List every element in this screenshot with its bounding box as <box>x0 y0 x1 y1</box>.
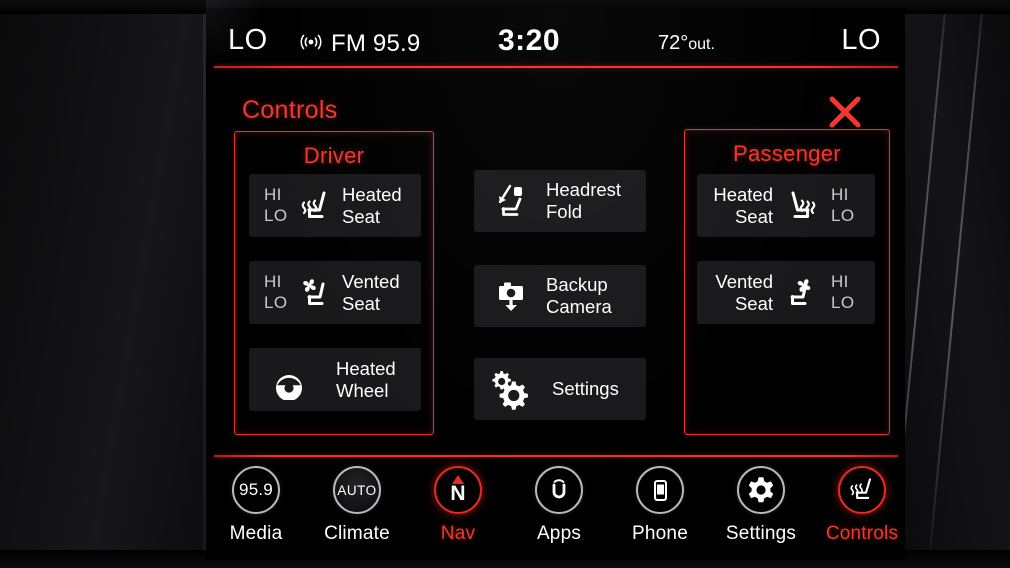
vented-seat-icon <box>781 276 819 310</box>
level-hi[interactable]: HI <box>831 185 854 206</box>
radio-status[interactable]: FM 95.9 <box>300 30 420 58</box>
passenger-vented-seat-button[interactable]: Vented Seat HI LO <box>697 261 875 324</box>
label-line-2: Seat <box>342 205 381 227</box>
status-bar-divider <box>214 66 898 68</box>
passenger-vented-seat-label: Vented Seat <box>707 271 773 315</box>
label-line-1: Backup <box>546 274 608 296</box>
bottom-navigation-bar: 95.9 Media AUTO Climate N Nav Apps Phone… <box>206 466 905 554</box>
label-line-2: Seat <box>342 292 381 314</box>
dashboard-bezel-right <box>905 0 1010 568</box>
nav-label-controls: Controls <box>825 523 899 544</box>
radio-wave-icon <box>300 32 322 57</box>
media-frequency-badge: 95.9 <box>239 480 273 499</box>
label-line-2: Seat <box>734 292 773 314</box>
settings-label: Settings <box>552 378 619 400</box>
label-line-1: Vented <box>715 270 773 292</box>
backup-camera-button[interactable]: Backup Camera <box>474 265 646 327</box>
driver-heated-seat-button[interactable]: HI LO Heated Seat <box>249 174 421 237</box>
label-line-1: Heated <box>342 183 402 205</box>
passenger-panel-title: Passenger <box>733 141 841 166</box>
driver-panel-title: Driver <box>303 143 365 168</box>
level-lo[interactable]: LO <box>264 206 287 227</box>
nav-label-nav: Nav <box>440 523 476 544</box>
label-line-2: Wheel <box>336 379 389 401</box>
label-line-1: Settings <box>552 378 619 400</box>
vented-seat-icon <box>298 276 334 310</box>
uconnect-icon <box>535 466 583 514</box>
nav-item-climate[interactable]: AUTO Climate <box>307 466 407 545</box>
nav-label-settings: Settings <box>725 523 797 544</box>
nav-item-apps[interactable]: Apps <box>509 466 609 545</box>
nav-item-settings[interactable]: Settings <box>711 466 811 545</box>
infotainment-screenshot: LO FM 95.9 3:20 72°out. LO Controls Driv… <box>0 0 1010 568</box>
driver-temp-status[interactable]: LO <box>228 24 268 57</box>
driver-vented-seat-levels[interactable]: HI LO <box>264 272 287 313</box>
driver-panel: Driver HI LO Heated Seat HI LO Vented Se… <box>234 131 434 435</box>
driver-heated-seat-levels[interactable]: HI LO <box>264 185 287 226</box>
level-lo[interactable]: LO <box>264 293 287 314</box>
outside-temp-suffix: out. <box>688 36 715 53</box>
radio-band-label: FM 95.9 <box>331 30 421 57</box>
nav-label-phone: Phone <box>632 523 688 544</box>
headrest-fold-button[interactable]: Headrest Fold <box>474 170 646 232</box>
level-hi[interactable]: HI <box>264 272 287 293</box>
passenger-temp-status[interactable]: LO <box>841 24 881 57</box>
level-hi[interactable]: HI <box>264 185 287 206</box>
passenger-panel: Passenger Heated Seat HI LO Vented Seat … <box>684 129 890 435</box>
level-lo[interactable]: LO <box>831 206 854 227</box>
passenger-heated-seat-button[interactable]: Heated Seat HI LO <box>697 174 875 237</box>
page-title: Controls <box>242 96 338 124</box>
climate-knob-icon: AUTO <box>333 466 381 514</box>
driver-heated-wheel-button[interactable]: Heated Wheel <box>249 348 421 411</box>
clock-display: 3:20 <box>498 24 561 57</box>
driver-heated-wheel-label: Heated Wheel <box>336 358 396 402</box>
heated-seat-icon <box>838 466 886 514</box>
nav-item-nav[interactable]: N Nav <box>408 466 508 545</box>
dashboard-bezel-left <box>0 0 206 568</box>
level-hi[interactable]: HI <box>831 272 854 293</box>
compass-north-icon: N <box>434 466 482 514</box>
headrest-fold-icon <box>492 182 532 220</box>
nav-divider <box>214 455 898 457</box>
radio-frequency-icon: 95.9 <box>232 466 280 514</box>
headrest-fold-label: Headrest Fold <box>546 179 621 223</box>
nav-item-controls[interactable]: Controls <box>812 466 905 545</box>
level-lo[interactable]: LO <box>831 293 854 314</box>
climate-auto-badge: AUTO <box>337 482 377 498</box>
driver-heated-seat-label: Heated Seat <box>342 184 402 228</box>
label-line-2: Seat <box>734 205 773 227</box>
gear-icon <box>737 466 785 514</box>
driver-vented-seat-label: Vented Seat <box>342 271 400 315</box>
heated-seat-icon <box>781 189 819 223</box>
label-line-2: Fold <box>546 201 582 222</box>
passenger-vented-seat-levels[interactable]: HI LO <box>831 272 854 313</box>
outside-temp-display: 72°out. <box>658 32 715 55</box>
compass-north-badge: N <box>450 482 466 505</box>
nav-label-apps: Apps <box>536 523 582 544</box>
nav-label-media: Media <box>229 523 283 544</box>
heated-seat-icon <box>298 189 334 223</box>
label-line-1: Heated <box>713 183 773 205</box>
nav-item-phone[interactable]: Phone <box>610 466 710 545</box>
backup-camera-icon <box>492 277 532 315</box>
phone-icon <box>636 466 684 514</box>
backup-camera-label: Backup Camera <box>546 274 612 318</box>
touchscreen-display: LO FM 95.9 3:20 72°out. LO Controls Driv… <box>206 8 905 560</box>
nav-label-climate: Climate <box>324 523 390 544</box>
outside-temp-value: 72 <box>658 32 681 54</box>
label-line-1: Vented <box>342 270 400 292</box>
label-line-1: Headrest <box>546 179 622 201</box>
heated-steering-wheel-icon <box>271 360 317 400</box>
nav-item-media[interactable]: 95.9 Media <box>206 466 306 545</box>
label-line-1: Heated <box>336 357 396 379</box>
driver-vented-seat-button[interactable]: HI LO Vented Seat <box>249 261 421 324</box>
settings-button[interactable]: Settings <box>474 358 646 420</box>
passenger-heated-seat-label: Heated Seat <box>707 184 773 228</box>
passenger-heated-seat-levels[interactable]: HI LO <box>831 185 854 226</box>
gear-icon <box>486 367 534 411</box>
label-line-2: Camera <box>546 296 612 317</box>
